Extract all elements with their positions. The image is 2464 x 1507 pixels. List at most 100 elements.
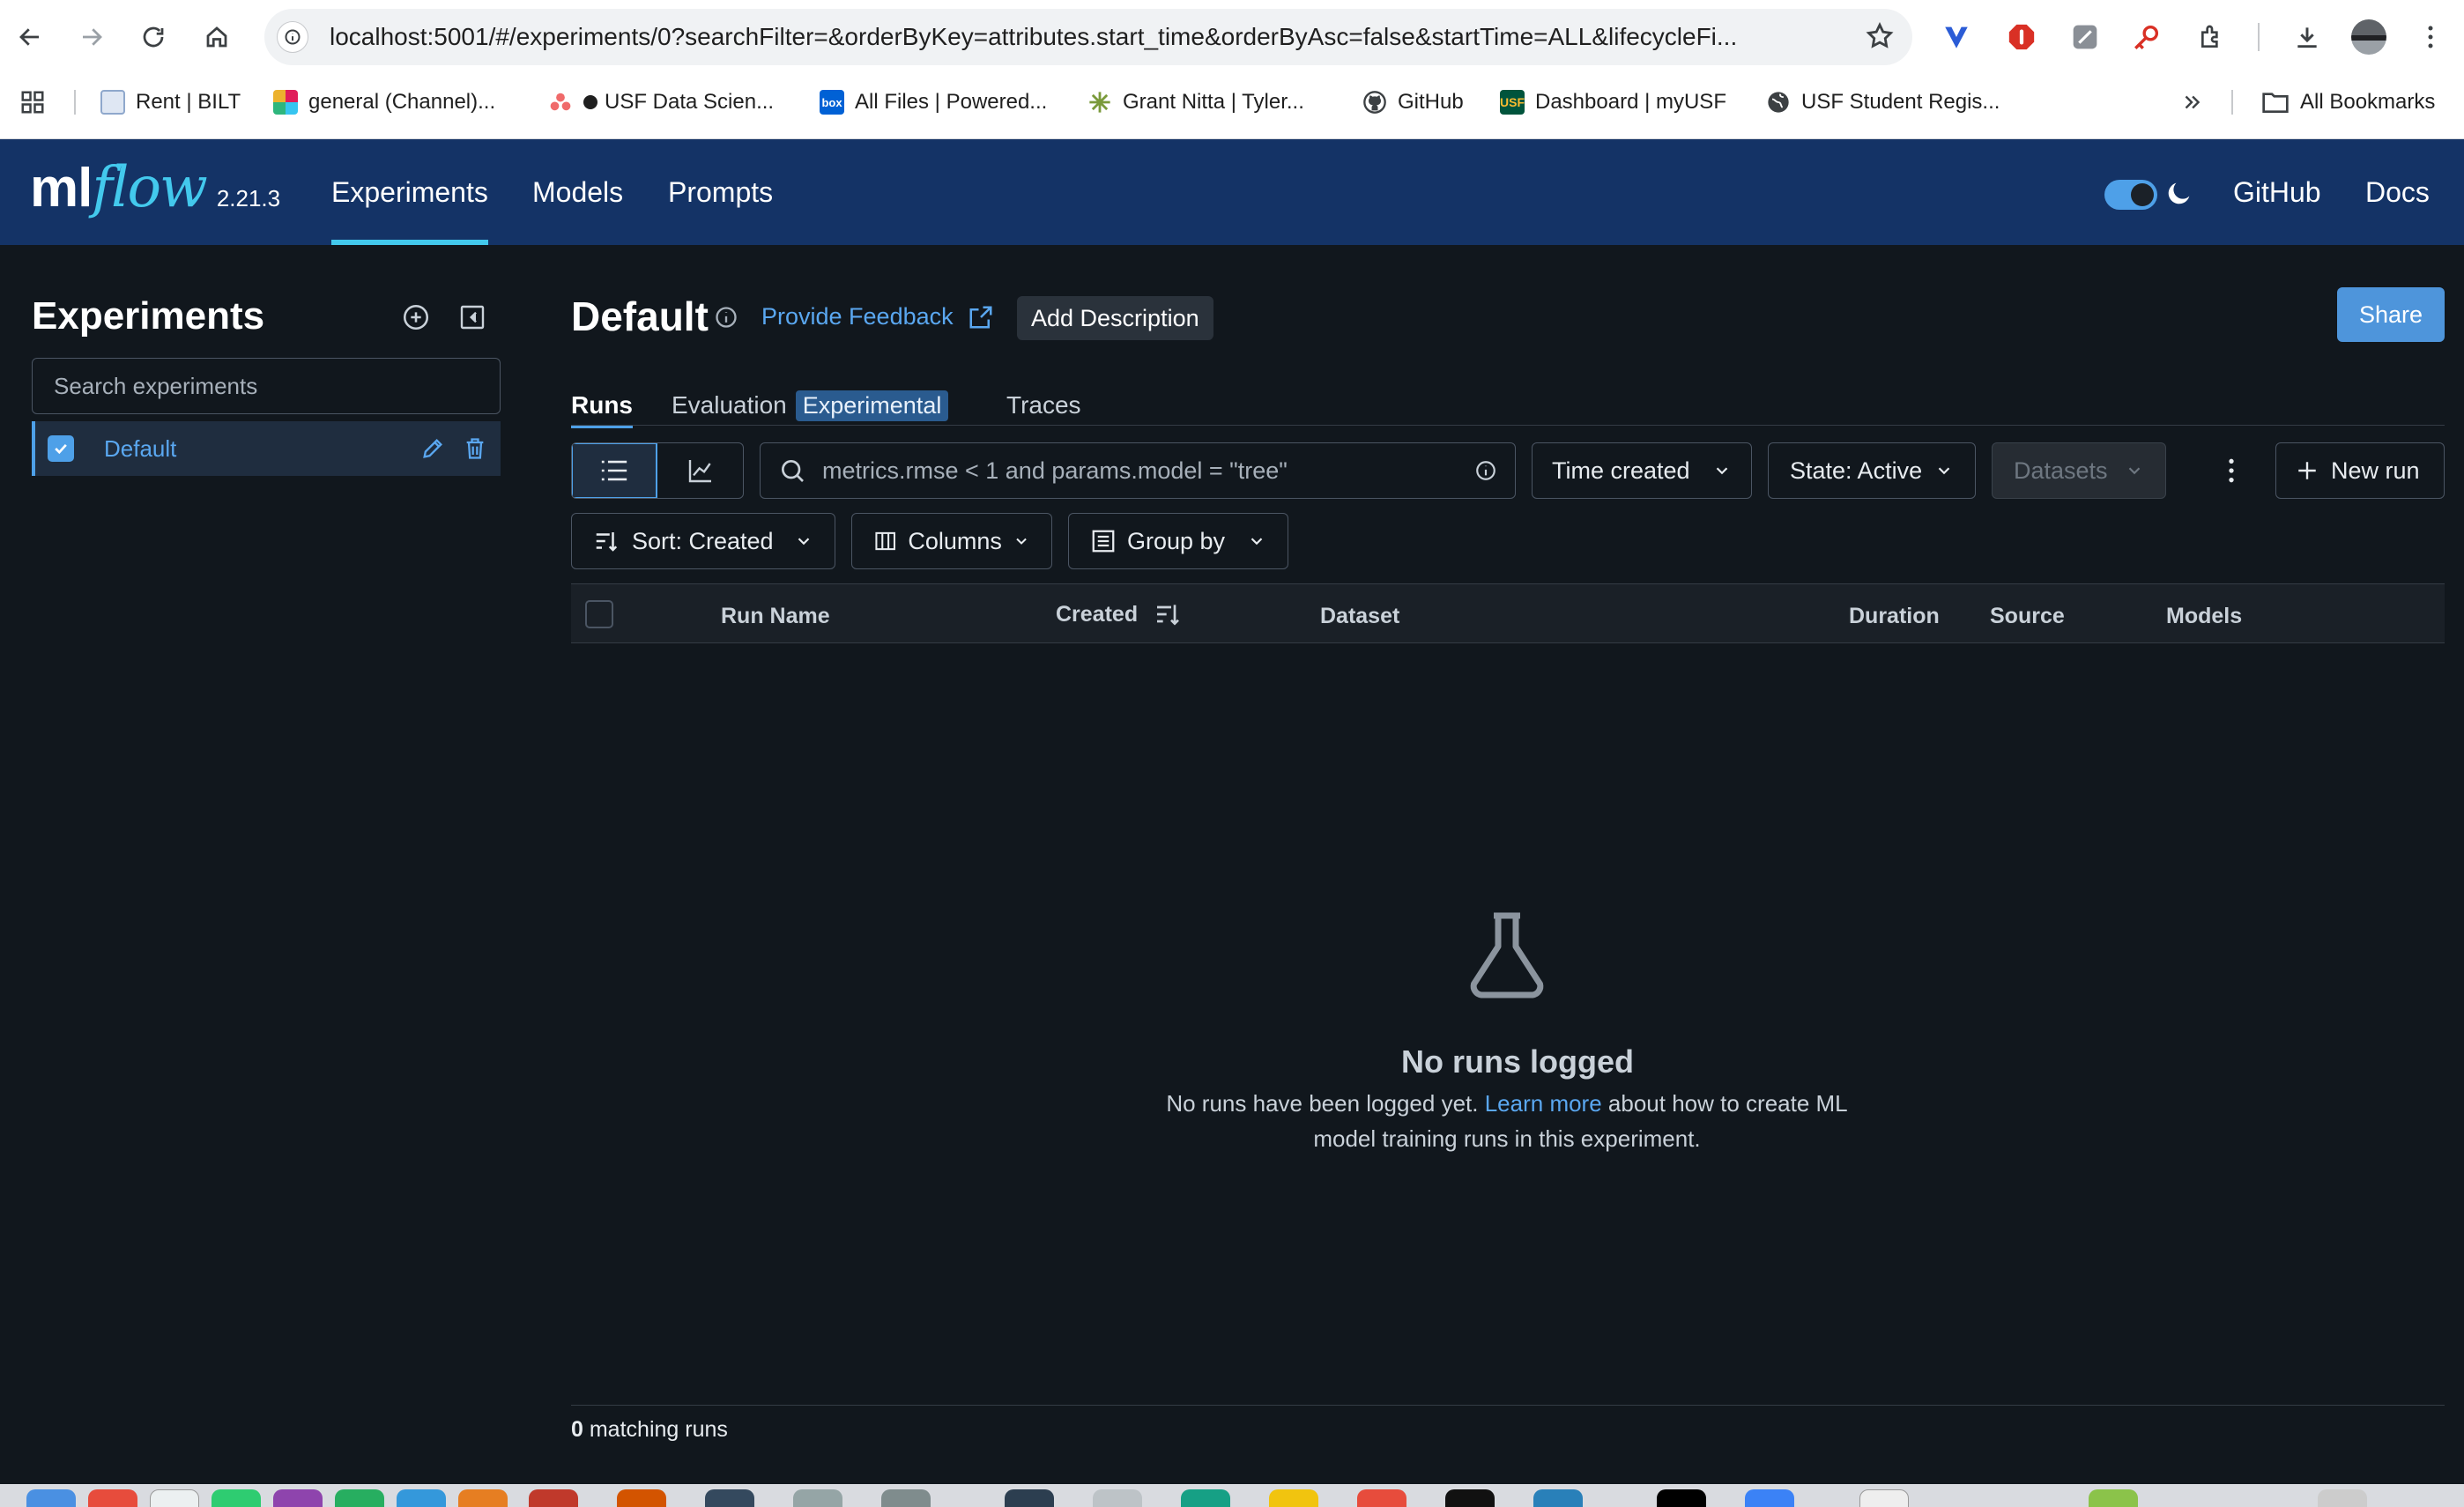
column-dataset[interactable]: Dataset	[1320, 604, 1399, 629]
learn-more-link[interactable]: Learn more	[1485, 1090, 1602, 1117]
time-created-dropdown[interactable]: Time created	[1532, 442, 1752, 499]
runs-search-box[interactable]	[760, 442, 1516, 499]
columns-dropdown[interactable]: Columns	[851, 513, 1052, 569]
bookmark-usf-registration[interactable]: USF Student Regis...	[1766, 79, 2000, 125]
dock-app[interactable]	[26, 1489, 76, 1507]
tab-runs[interactable]: Runs	[571, 384, 633, 428]
downloads-icon[interactable]	[2288, 18, 2327, 56]
dock-app[interactable]	[1269, 1489, 1318, 1507]
state-filter-dropdown[interactable]: State: Active	[1768, 442, 1976, 499]
dock-app[interactable]	[793, 1489, 842, 1507]
share-button[interactable]: Share	[2337, 287, 2445, 342]
dock-app[interactable]	[1745, 1489, 1794, 1507]
header-docs-link[interactable]: Docs	[2365, 139, 2430, 245]
dock-app[interactable]	[1005, 1489, 1054, 1507]
back-button[interactable]	[9, 16, 51, 58]
column-run-name[interactable]: Run Name	[721, 604, 830, 629]
datasets-dropdown[interactable]: Datasets	[1992, 442, 2166, 499]
dark-mode-toggle[interactable]	[2104, 180, 2157, 210]
dock-app[interactable]	[335, 1489, 384, 1507]
chevron-double-right-icon	[2185, 95, 2201, 109]
more-options-button[interactable]	[2217, 451, 2245, 490]
dock-app[interactable]	[1181, 1489, 1230, 1507]
nav-models[interactable]: Models	[532, 139, 623, 245]
dock-app[interactable]	[529, 1489, 578, 1507]
columns-label: Columns	[908, 527, 1002, 554]
bookmark-slack[interactable]: general (Channel)...	[273, 79, 495, 125]
bookmark-box[interactable]: box All Files | Powered...	[820, 79, 1047, 125]
dock-app[interactable]	[1657, 1489, 1706, 1507]
dock-app[interactable]	[705, 1489, 754, 1507]
bookmark-usf-data-science[interactable]: USF Data Scien...	[548, 79, 774, 125]
column-created[interactable]: Created	[1056, 600, 1182, 628]
column-models[interactable]: Models	[2166, 604, 2242, 629]
extension-key-icon[interactable]	[2127, 18, 2166, 56]
info-icon[interactable]	[714, 305, 738, 330]
kebab-menu-icon	[2229, 458, 2234, 483]
dock-app[interactable]	[2318, 1489, 2367, 1507]
reload-button[interactable]	[132, 16, 174, 58]
add-description-button[interactable]: Add Description	[1017, 296, 1213, 340]
bookmark-star-icon[interactable]	[1865, 21, 1895, 51]
bookmark-tyler[interactable]: Grant Nitta | Tyler...	[1087, 79, 1304, 125]
menu-dots-icon[interactable]	[2411, 18, 2450, 56]
group-by-label: Group by	[1127, 527, 1226, 554]
dock-app[interactable]	[1357, 1489, 1406, 1507]
address-bar[interactable]: localhost:5001/#/experiments/0?searchFil…	[264, 9, 1912, 65]
sort-dropdown[interactable]: Sort: Created	[571, 513, 835, 569]
tab-evaluation[interactable]: Evaluation Experimental	[672, 384, 949, 427]
forward-button[interactable]	[71, 16, 113, 58]
mlflow-logo[interactable]: ml flow 2.21.3	[30, 155, 280, 220]
extension-adblock-icon[interactable]	[2002, 18, 2041, 56]
all-bookmarks-button[interactable]: All Bookmarks	[2261, 79, 2435, 125]
select-all-checkbox[interactable]	[585, 600, 613, 628]
dock-app[interactable]	[458, 1489, 508, 1507]
bookmark-dot-icon	[583, 95, 597, 109]
bookmark-myusf[interactable]: USF Dashboard | myUSF	[1500, 79, 1726, 125]
dock-app[interactable]	[617, 1489, 666, 1507]
bookmark-rent-bilt[interactable]: Rent | BILT	[100, 79, 241, 125]
home-button[interactable]	[196, 16, 238, 58]
rename-experiment-button[interactable]	[418, 434, 448, 464]
extension-slash-icon[interactable]	[2066, 18, 2104, 56]
new-run-button[interactable]: New run	[2275, 442, 2445, 499]
dock-app[interactable]	[1445, 1489, 1495, 1507]
dock-app[interactable]	[881, 1489, 931, 1507]
experiment-checkbox[interactable]	[48, 435, 74, 462]
extensions-puzzle-icon[interactable]	[2193, 18, 2231, 56]
bookmark-label: USF Data Scien...	[605, 90, 775, 114]
dock-app[interactable]	[397, 1489, 446, 1507]
dock-app[interactable]	[212, 1489, 261, 1507]
dock-app[interactable]	[1533, 1489, 1583, 1507]
site-info-icon[interactable]	[277, 21, 308, 53]
apps-grid-button[interactable]	[19, 79, 46, 125]
dock-app[interactable]	[273, 1489, 323, 1507]
dock-app[interactable]	[1093, 1489, 1142, 1507]
bookmarks-overflow-button[interactable]	[2180, 79, 2203, 125]
column-source[interactable]: Source	[1990, 604, 2065, 629]
search-experiments-input[interactable]	[32, 358, 501, 414]
tab-traces[interactable]: Traces	[1006, 384, 1081, 427]
dock-app[interactable]	[1859, 1489, 1909, 1507]
matching-count: 0	[571, 1417, 583, 1442]
column-duration[interactable]: Duration	[1849, 604, 1940, 629]
dock-app[interactable]	[150, 1489, 199, 1507]
profile-avatar-icon[interactable]	[2349, 18, 2388, 56]
create-experiment-button[interactable]	[398, 300, 434, 335]
bookmark-github[interactable]: GitHub	[1362, 79, 1464, 125]
header-github-link[interactable]: GitHub	[2233, 139, 2321, 245]
collapse-sidebar-button[interactable]	[455, 300, 490, 335]
sidebar-item-default[interactable]: Default	[32, 421, 501, 476]
chart-view-button[interactable]	[657, 443, 743, 498]
extension-vpn-icon[interactable]	[1937, 18, 1976, 56]
runs-search-input[interactable]	[822, 457, 1458, 485]
nav-prompts[interactable]: Prompts	[668, 139, 773, 245]
group-by-dropdown[interactable]: Group by	[1068, 513, 1288, 569]
dock-app[interactable]	[2089, 1489, 2138, 1507]
table-view-button[interactable]	[572, 443, 657, 498]
delete-experiment-button[interactable]	[460, 434, 490, 464]
empty-state-title: No runs logged	[1401, 1043, 1634, 1080]
provide-feedback-link[interactable]: Provide Feedback	[761, 303, 994, 330]
nav-experiments[interactable]: Experiments	[331, 139, 488, 245]
dock-app[interactable]	[88, 1489, 137, 1507]
